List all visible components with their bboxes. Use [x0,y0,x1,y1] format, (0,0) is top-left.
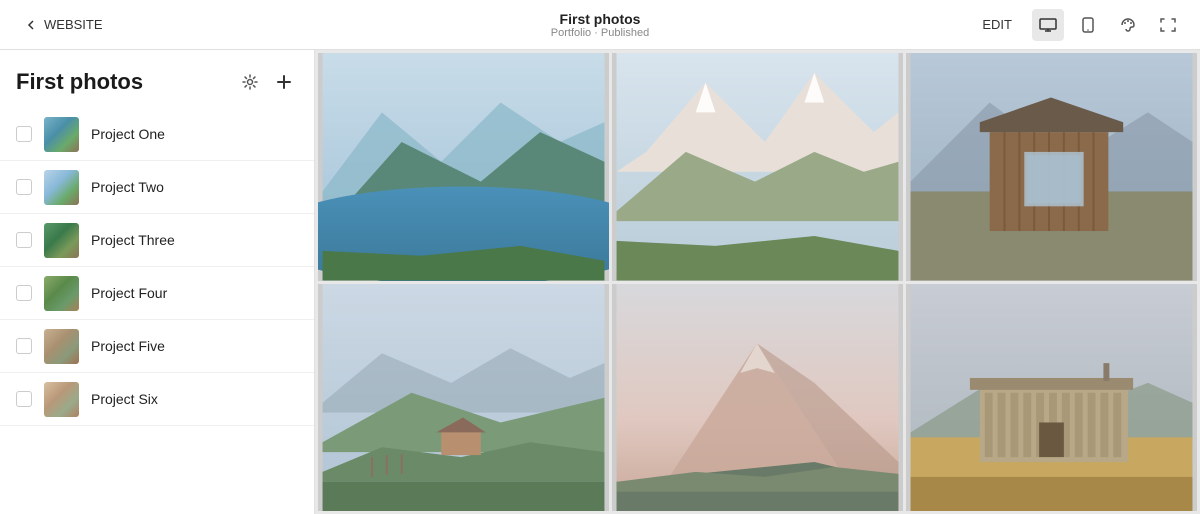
top-bar-left: WEBSITE [16,13,111,36]
mobile-icon [1082,17,1094,33]
settings-icon [242,74,258,90]
top-bar-center: First photos Portfolio · Published [551,11,649,39]
project-item[interactable]: Project Six [0,373,314,426]
settings-button[interactable] [236,68,264,96]
top-bar: WEBSITE First photos Portfolio · Publish… [0,0,1200,50]
photo-cell [906,53,1197,281]
project-checkbox[interactable] [16,232,32,248]
project-thumbnail [44,382,79,417]
photo-cell [612,284,903,512]
project-checkbox[interactable] [16,179,32,195]
edit-button[interactable]: EDIT [970,11,1024,38]
project-checkbox[interactable] [16,338,32,354]
project-name: Project Three [91,232,175,248]
project-name: Project One [91,126,165,142]
photo-cell [612,53,903,281]
design-button[interactable] [1112,9,1144,41]
website-button[interactable]: WEBSITE [16,13,111,36]
project-item[interactable]: Project Four [0,267,314,320]
content-area [315,50,1200,514]
top-bar-right: EDIT [970,9,1184,41]
project-checkbox[interactable] [16,391,32,407]
add-project-button[interactable] [270,68,298,96]
add-icon [276,74,292,90]
project-name: Project Four [91,285,167,301]
palette-icon [1120,17,1136,33]
main-layout: First photos [0,50,1200,514]
header-page-title: First photos [551,11,649,27]
website-label: WEBSITE [44,17,103,32]
project-list: Project One Project Two Project Three Pr… [0,108,314,514]
photo-cell [906,284,1197,512]
project-item[interactable]: Project One [0,108,314,161]
project-name: Project Six [91,391,158,407]
sidebar-header: First photos [0,50,314,108]
fullscreen-icon [1160,17,1176,33]
project-checkbox[interactable] [16,285,32,301]
sidebar-title: First photos [16,69,143,95]
project-thumbnail [44,223,79,258]
sidebar-actions [236,68,298,96]
desktop-icon [1039,18,1057,32]
mobile-view-button[interactable] [1072,9,1104,41]
project-name: Project Five [91,338,165,354]
project-item[interactable]: Project Three [0,214,314,267]
fullscreen-button[interactable] [1152,9,1184,41]
project-thumbnail [44,276,79,311]
project-checkbox[interactable] [16,126,32,142]
header-page-subtitle: Portfolio · Published [551,27,649,39]
project-thumbnail [44,329,79,364]
project-name: Project Two [91,179,164,195]
desktop-view-button[interactable] [1032,9,1064,41]
sidebar: First photos [0,50,315,514]
photo-cell [318,284,609,512]
arrow-left-icon [24,18,38,32]
project-thumbnail [44,170,79,205]
project-item[interactable]: Project Five [0,320,314,373]
project-item[interactable]: Project Two [0,161,314,214]
photo-cell [318,53,609,281]
project-thumbnail [44,117,79,152]
